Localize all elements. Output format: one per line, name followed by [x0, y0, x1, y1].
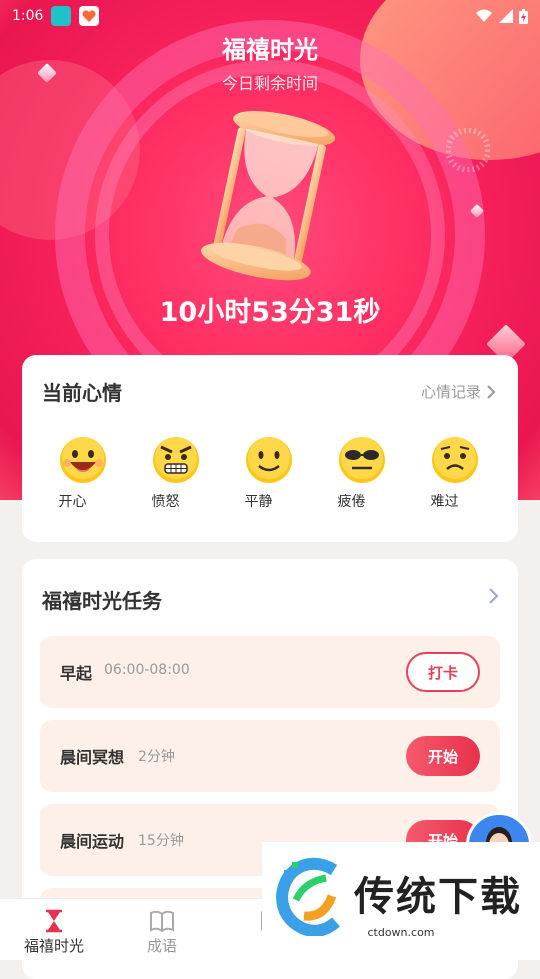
task-time: 15分钟	[138, 833, 184, 849]
angry-face-icon	[152, 437, 199, 483]
start-button[interactable]: 开始	[406, 736, 480, 776]
decor-stripes	[446, 128, 490, 172]
signal-icon	[499, 9, 513, 23]
tab-idioms[interactable]: 成语	[108, 899, 216, 960]
happy-face-icon	[59, 437, 106, 483]
task-name: 晨间冥想	[60, 748, 125, 767]
task-name: 晨间运动	[60, 832, 125, 851]
page-title: 福禧时光	[222, 36, 318, 64]
mood-option-calm[interactable]: 平静	[222, 435, 315, 511]
task-item-meditation: 晨间冥想 2分钟 开始	[40, 720, 500, 792]
notification-app-icon	[51, 6, 72, 26]
mood-card: 当前心情 心情记录 开心 愤怒 平静 疲倦 难过	[22, 355, 518, 542]
task-time: 2分钟	[138, 749, 175, 765]
tab-fuxi-time[interactable]: 福禧时光	[0, 899, 108, 960]
battery-icon	[519, 8, 528, 24]
mood-label: 难过	[430, 494, 459, 510]
watermark-brand: 传统下载	[354, 874, 522, 920]
sad-face-icon	[431, 437, 478, 483]
hourglass-illustration	[200, 111, 336, 281]
status-bar: 1:06	[0, 0, 540, 32]
chevron-right-icon	[487, 384, 496, 399]
mood-option-tired[interactable]: 疲倦	[315, 435, 408, 511]
watermark-overlay: 传统下载 ctdown.com	[262, 842, 540, 960]
mood-label: 开心	[58, 494, 87, 510]
wifi-icon	[476, 9, 492, 22]
task-item-wake-up: 早起 06:00-08:00 打卡	[40, 636, 500, 708]
mood-label: 平静	[244, 494, 273, 510]
task-card-title: 福禧时光任务	[42, 589, 162, 613]
notification-app-icon	[79, 6, 100, 26]
mood-option-sad[interactable]: 难过	[408, 435, 501, 511]
countdown-timer: 10小时53分31秒	[159, 297, 381, 328]
mood-record-link[interactable]: 心情记录	[421, 381, 496, 402]
mood-label: 疲倦	[337, 494, 366, 510]
check-in-button[interactable]: 打卡	[406, 652, 480, 692]
task-name: 早起	[60, 664, 93, 683]
mood-label: 愤怒	[151, 494, 180, 510]
tired-face-icon	[338, 437, 385, 483]
mood-record-label: 心情记录	[420, 383, 481, 401]
status-time: 1:06	[12, 8, 44, 24]
calm-face-icon	[245, 437, 292, 483]
mood-list: 开心 愤怒 平静 疲倦 难过	[22, 435, 518, 511]
page-subtitle: 今日剩余时间	[221, 74, 318, 93]
mood-card-title: 当前心情	[42, 381, 122, 405]
mood-option-happy[interactable]: 开心	[36, 435, 129, 511]
brand-logo-icon	[275, 857, 340, 936]
mood-option-angry[interactable]: 愤怒	[129, 435, 222, 511]
tab-label: 成语	[146, 937, 177, 955]
book-icon	[150, 910, 174, 933]
hourglass-icon	[46, 909, 62, 933]
task-time: 06:00-08:00	[104, 662, 190, 678]
chevron-right-icon[interactable]	[488, 587, 500, 605]
tab-label: 福禧时光	[23, 937, 84, 955]
watermark-url: ctdown.com	[367, 926, 435, 939]
